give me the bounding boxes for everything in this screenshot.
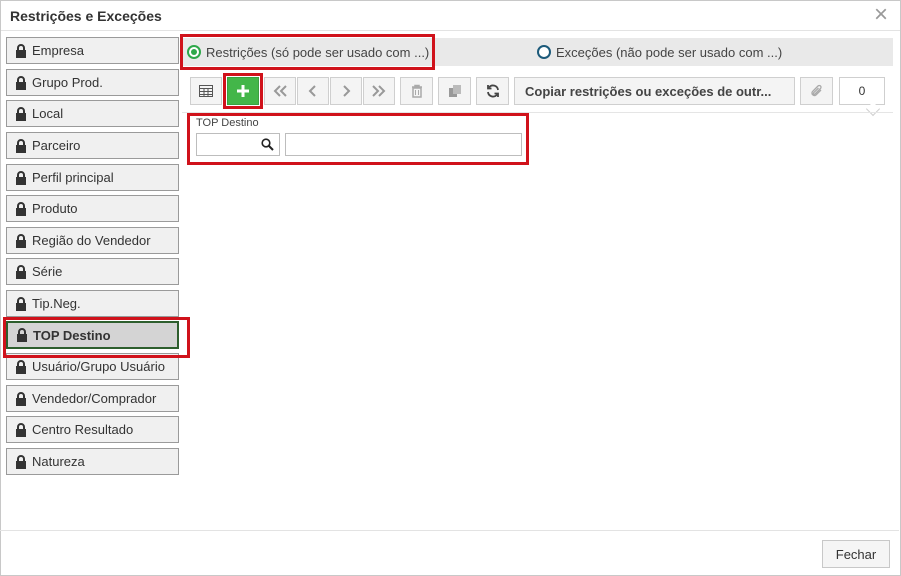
- sidebar-item-label: Série: [32, 264, 63, 279]
- lock-icon: [17, 328, 27, 342]
- chevron-right-icon: [343, 85, 351, 97]
- sidebar-item-centro-resultado[interactable]: Centro Resultado: [6, 416, 179, 443]
- sidebar-item-perfil-principal[interactable]: Perfil principal: [6, 164, 179, 191]
- attachment-button[interactable]: [800, 77, 833, 105]
- delete-button[interactable]: [400, 77, 433, 105]
- lock-icon: [16, 75, 26, 90]
- footer-divider: [0, 530, 899, 531]
- sidebar-item-label: TOP Destino: [33, 327, 111, 343]
- previous-record-button[interactable]: [297, 77, 329, 105]
- dialog-title: Restrições e Exceções: [10, 8, 162, 24]
- toolbar-divider: [182, 112, 893, 113]
- sidebar-item-label: Região do Vendedor: [32, 233, 151, 248]
- radio-unselected-icon: [537, 45, 551, 59]
- sidebar-item-empresa[interactable]: Empresa: [6, 37, 179, 64]
- grid-view-button[interactable]: [190, 77, 222, 105]
- lock-icon: [16, 296, 26, 311]
- lock-icon: [16, 422, 26, 437]
- sidebar-item-label: Local: [32, 106, 64, 121]
- close-icon[interactable]: ×: [870, 3, 892, 27]
- sidebar-item-label: Produto: [32, 201, 78, 216]
- lock-icon: [16, 391, 26, 406]
- double-chevron-left-icon: [273, 85, 287, 97]
- add-button[interactable]: [227, 77, 259, 105]
- duplicate-button[interactable]: [438, 77, 471, 105]
- last-record-button[interactable]: [363, 77, 395, 105]
- lock-icon: [16, 233, 26, 248]
- double-chevron-right-icon: [372, 85, 386, 97]
- sidebar-item-label: Vendedor/Comprador: [32, 391, 157, 406]
- lock-icon: [16, 43, 26, 58]
- radio-selected-icon: [187, 45, 201, 59]
- trash-icon: [411, 84, 422, 98]
- sidebar-item-label: Perfil principal: [32, 170, 114, 185]
- sidebar-item-produto[interactable]: Produto: [6, 195, 179, 222]
- chevron-left-icon: [308, 85, 316, 97]
- sidebar-item-label: Parceiro: [32, 138, 81, 153]
- lock-icon: [16, 106, 26, 121]
- lock-icon: [16, 359, 26, 374]
- sidebar-item-local[interactable]: Local: [6, 100, 179, 127]
- search-icon[interactable]: [261, 138, 274, 151]
- sidebar-item-grupo-prod[interactable]: Grupo Prod.: [6, 69, 179, 96]
- refresh-button[interactable]: [476, 77, 509, 105]
- copy-icon: [448, 85, 461, 97]
- dialog-titlebar: Restrições e Exceções ×: [1, 1, 900, 31]
- sidebar-item-tip-neg[interactable]: Tip.Neg.: [6, 290, 179, 317]
- sidebar-item-label: Grupo Prod.: [32, 75, 103, 90]
- sidebar-item-label: Natureza: [32, 454, 85, 469]
- radio-restricoes-label: Restrições (só pode ser usado com ...): [206, 44, 430, 60]
- sidebar-item-parceiro[interactable]: Parceiro: [6, 132, 179, 159]
- sidebar-item-label: Centro Resultado: [32, 422, 134, 437]
- lock-icon: [16, 170, 26, 185]
- lock-icon: [16, 201, 26, 216]
- sidebar-item-regiao-vendedor[interactable]: Região do Vendedor: [6, 227, 179, 254]
- paperclip-icon: [810, 84, 822, 97]
- copy-restrictions-button[interactable]: Copiar restrições ou exceções de outr...: [514, 77, 795, 105]
- top-destino-label: TOP Destino: [196, 117, 259, 129]
- top-destino-code-input[interactable]: [196, 133, 280, 156]
- sidebar-item-label: Empresa: [32, 43, 85, 58]
- attachment-count: 0: [839, 77, 885, 105]
- radio-excecoes-label: Exceções (não pode ser usado com ...): [556, 44, 783, 60]
- grid-icon: [199, 85, 213, 97]
- radio-restricoes[interactable]: Restrições (só pode ser usado com ...): [187, 38, 429, 66]
- sidebar-item-usuario-grupo[interactable]: Usuário/Grupo Usuário: [6, 353, 179, 380]
- next-record-button[interactable]: [330, 77, 362, 105]
- sidebar-item-label: Usuário/Grupo Usuário: [32, 359, 165, 374]
- sidebar-item-label: Tip.Neg.: [32, 296, 81, 311]
- close-button[interactable]: Fechar: [822, 540, 890, 568]
- lock-icon: [16, 264, 26, 279]
- first-record-button[interactable]: [264, 77, 296, 105]
- plus-icon: [237, 85, 249, 97]
- sidebar-item-natureza[interactable]: Natureza: [6, 448, 179, 475]
- radio-excecoes[interactable]: Exceções (não pode ser usado com ...): [537, 38, 782, 66]
- lock-icon: [16, 138, 26, 153]
- refresh-icon: [486, 84, 499, 98]
- lock-icon: [16, 454, 26, 469]
- top-destino-description-input[interactable]: [285, 133, 522, 156]
- sidebar-item-top-destino[interactable]: TOP Destino: [6, 321, 179, 349]
- sidebar-item-serie[interactable]: Série: [6, 258, 179, 285]
- sidebar-item-vendedor-comprador[interactable]: Vendedor/Comprador: [6, 385, 179, 412]
- mode-radio-bar: Restrições (só pode ser usado com ...) E…: [182, 38, 893, 66]
